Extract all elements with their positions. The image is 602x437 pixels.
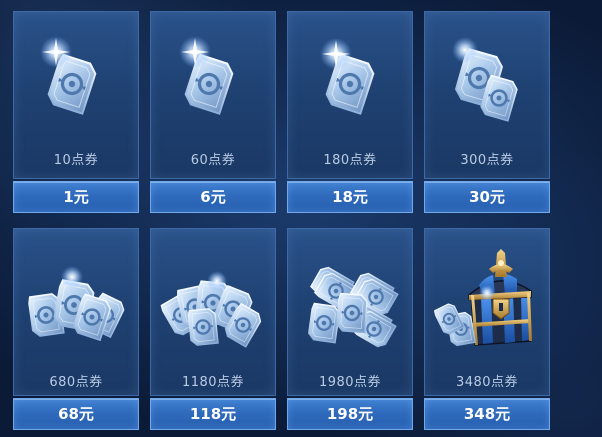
single-voucher-card-icon bbox=[179, 36, 237, 116]
voucher-amount-label: 3480点券 bbox=[455, 375, 519, 390]
voucher-card-large-fan-icon bbox=[159, 271, 265, 348]
voucher-amount-label: 1180点券 bbox=[181, 375, 245, 390]
voucher-card-300[interactable]: 300点券 bbox=[424, 11, 550, 179]
double-voucher-cards-icon bbox=[452, 37, 520, 123]
voucher-card-60[interactable]: 60点券 bbox=[150, 11, 276, 179]
single-voucher-card-icon bbox=[40, 36, 100, 116]
voucher-amount-label: 10点券 bbox=[53, 153, 99, 168]
voucher-amount-label: 1980点券 bbox=[318, 375, 382, 390]
voucher-amount-label: 300点券 bbox=[460, 153, 514, 168]
voucher-amount-label: 680点券 bbox=[49, 375, 103, 390]
voucher-amount-label: 60点券 bbox=[190, 153, 236, 168]
voucher-card-680[interactable]: 680点券 bbox=[13, 228, 139, 396]
voucher-card-3480[interactable]: 3480点券 bbox=[424, 228, 550, 396]
buy-button-118[interactable]: 118元 bbox=[150, 398, 276, 430]
voucher-card-1180[interactable]: 1180点券 bbox=[150, 228, 276, 396]
buy-button-1[interactable]: 1元 bbox=[13, 181, 139, 213]
single-voucher-card-icon bbox=[320, 38, 378, 116]
voucher-card-1980[interactable]: 1980点券 bbox=[287, 228, 413, 396]
voucher-card-10[interactable]: 10点券 bbox=[13, 11, 139, 179]
buy-button-18[interactable]: 18元 bbox=[287, 181, 413, 213]
voucher-card-180[interactable]: 180点券 bbox=[287, 11, 413, 179]
voucher-card-fan-icon bbox=[26, 266, 128, 342]
buy-button-68[interactable]: 68元 bbox=[13, 398, 139, 430]
voucher-card-stacks-icon bbox=[306, 263, 399, 351]
treasure-chest-icon bbox=[432, 249, 532, 348]
buy-button-198[interactable]: 198元 bbox=[287, 398, 413, 430]
buy-button-348[interactable]: 348元 bbox=[424, 398, 550, 430]
voucher-amount-label: 180点券 bbox=[323, 153, 377, 168]
buy-button-6[interactable]: 6元 bbox=[150, 181, 276, 213]
buy-button-30[interactable]: 30元 bbox=[424, 181, 550, 213]
voucher-store-grid: 10点券 1元 60点券 6元 180点券 18元 300点券 30元 680点… bbox=[0, 0, 602, 437]
